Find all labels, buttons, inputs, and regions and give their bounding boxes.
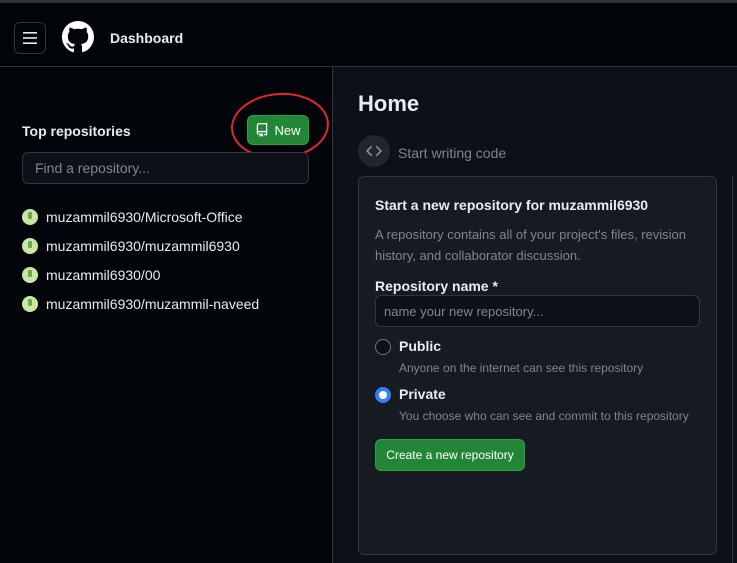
code-icon	[366, 145, 382, 157]
adjacent-panel-edge	[732, 176, 737, 563]
card-title: Start a new repository for muzammil6930	[375, 197, 649, 213]
repo-link[interactable]: muzammil6930/muzammil6930	[46, 238, 240, 254]
new-button-label: New	[274, 122, 301, 138]
header: Dashboard	[0, 3, 737, 67]
code-icon-badge	[358, 135, 390, 167]
private-label: Private	[399, 386, 446, 402]
main-content: Home Start writing code Start a new repo…	[333, 67, 737, 563]
start-writing-code-label: Start writing code	[398, 145, 507, 161]
github-logo-icon[interactable]	[62, 21, 94, 53]
new-repository-button[interactable]: New	[247, 115, 309, 145]
public-label: Public	[399, 338, 442, 354]
repo-item[interactable]: muzammil6930/muzammil6930	[22, 231, 259, 260]
dashboard-title[interactable]: Dashboard	[110, 30, 183, 46]
repo-link[interactable]: muzammil6930/00	[46, 267, 160, 283]
avatar	[22, 237, 38, 254]
new-repository-card: Start a new repository for muzammil6930 …	[358, 176, 717, 555]
create-repository-button[interactable]: Create a new repository	[375, 439, 525, 471]
find-repository-input[interactable]	[22, 152, 309, 184]
repository-name-label: Repository name *	[375, 278, 498, 294]
public-radio[interactable]	[375, 339, 391, 355]
sidebar: Top repositories New muzammil6930/Micros…	[0, 67, 333, 563]
menu-button[interactable]	[14, 22, 46, 54]
private-note: You choose who can see and commit to thi…	[399, 409, 689, 423]
top-repositories-heading: Top repositories	[22, 123, 131, 139]
hamburger-icon	[23, 32, 37, 44]
repo-link[interactable]: muzammil6930/Microsoft-Office	[46, 209, 243, 225]
repo-icon	[257, 123, 268, 137]
card-description: A repository contains all of your projec…	[375, 227, 687, 263]
avatar	[22, 208, 38, 225]
avatar	[22, 295, 38, 312]
public-note: Anyone on the internet can see this repo…	[399, 361, 644, 375]
private-radio[interactable]	[375, 387, 391, 403]
repository-list: muzammil6930/Microsoft-Office muzammil69…	[22, 202, 259, 318]
repo-item[interactable]: muzammil6930/Microsoft-Office	[22, 202, 259, 231]
repository-name-input[interactable]	[375, 295, 700, 327]
repo-item[interactable]: muzammil6930/00	[22, 260, 259, 289]
repo-link[interactable]: muzammil6930/muzammil-naveed	[46, 296, 259, 312]
repo-item[interactable]: muzammil6930/muzammil-naveed	[22, 289, 259, 318]
page-title: Home	[358, 91, 420, 116]
avatar	[22, 266, 38, 283]
